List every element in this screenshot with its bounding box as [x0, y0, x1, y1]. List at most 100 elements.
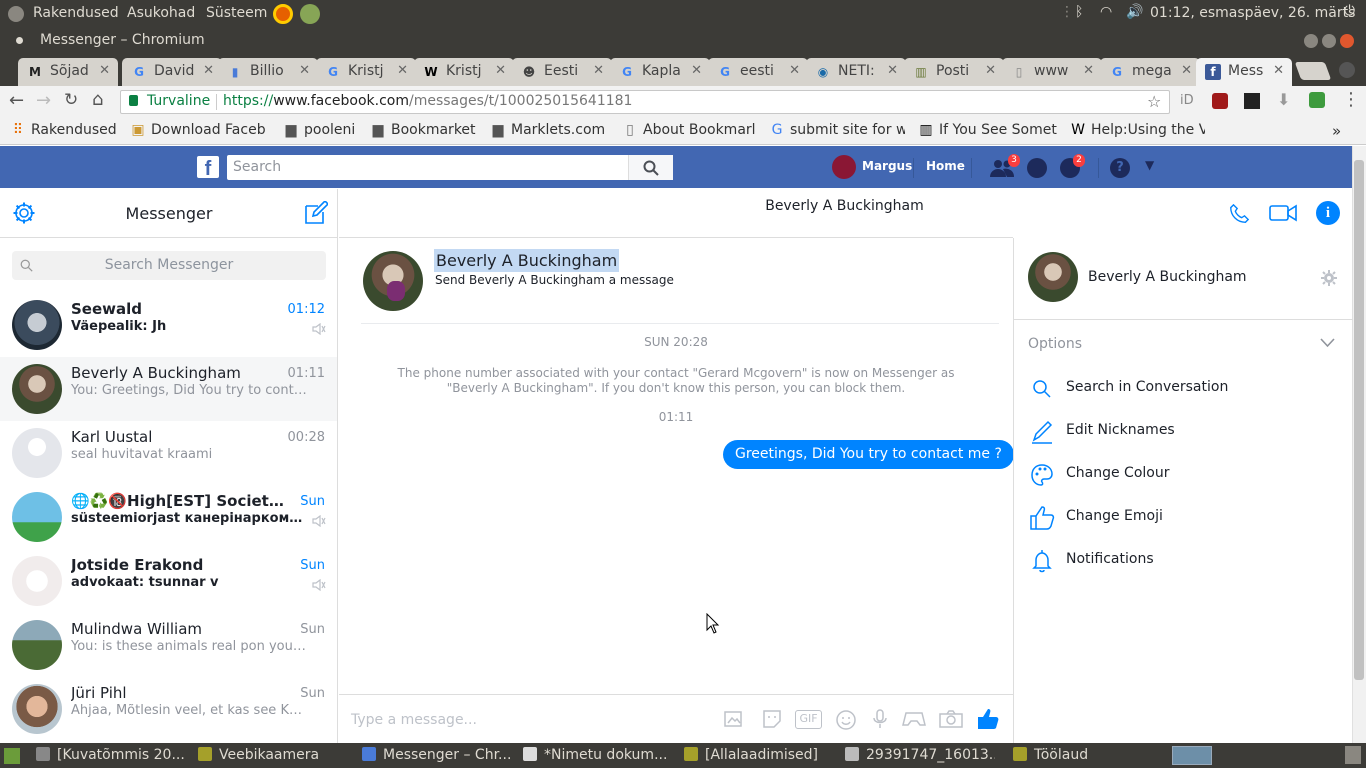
- bookmark-star-icon[interactable]: ☆: [1147, 92, 1161, 111]
- close-tab-icon[interactable]: ✕: [299, 63, 310, 78]
- facebook-search-button[interactable]: [628, 155, 673, 180]
- browser-tab[interactable]: Geesti ✕: [708, 58, 808, 86]
- page-scrollbar-thumb[interactable]: [1354, 160, 1364, 680]
- messenger-search-input[interactable]: Search Messenger: [12, 257, 326, 273]
- browser-tab[interactable]: M Sõjad ✕: [18, 58, 118, 86]
- conversation-item[interactable]: Seewald Väepealik: Jh 01:12: [0, 293, 337, 357]
- ubuntu-logo-icon[interactable]: [8, 6, 24, 22]
- account-dropdown-icon[interactable]: ▼: [1145, 158, 1154, 172]
- conversation-item[interactable]: Jüri Pihl Ahjaa, Mõtlesin veel, et kas se…: [0, 677, 337, 741]
- option-thumbs-up[interactable]: Change Emoji: [1028, 500, 1348, 536]
- omnibox[interactable]: Turvaline https://www.facebook.com/messa…: [120, 90, 1170, 114]
- microphone-icon[interactable]: [872, 708, 888, 730]
- show-desktop-icon[interactable]: [4, 748, 20, 764]
- help-icon[interactable]: ?: [1110, 158, 1130, 178]
- facebook-search-box[interactable]: Search: [227, 155, 673, 180]
- profile-icon[interactable]: [1339, 62, 1355, 78]
- sticker-icon[interactable]: [761, 708, 783, 730]
- taskbar-window[interactable]: Veebikaamera: [198, 747, 319, 763]
- browser-tab[interactable]: G David ✕: [122, 58, 222, 86]
- browser-tab[interactable]: Gmega ✕: [1100, 58, 1200, 86]
- chat-header-name[interactable]: Beverly A Buckingham: [339, 198, 1350, 214]
- info-icon[interactable]: i: [1316, 201, 1340, 225]
- browser-tab[interactable]: ▥ Posti ✕: [904, 58, 1004, 86]
- forward-icon[interactable]: →: [36, 90, 51, 111]
- sent-message-bubble[interactable]: Greetings, Did You try to contact me ?: [723, 440, 1014, 469]
- browser-tab[interactable]: ◉ NETI: ✕: [806, 58, 906, 86]
- browser-tab[interactable]: W Kristj ✕: [414, 58, 514, 86]
- video-call-icon[interactable]: [1269, 203, 1297, 223]
- chevron-down-icon[interactable]: [1320, 338, 1335, 348]
- taskbar-window[interactable]: [Kuvatõmmis 20...: [36, 747, 185, 763]
- close-tab-icon[interactable]: ✕: [99, 63, 110, 78]
- details-contact-name[interactable]: Beverly A Buckingham: [1088, 269, 1247, 285]
- taskbar-window[interactable]: Töölaud: [1013, 747, 1088, 763]
- bookmark-item[interactable]: ▆ pooleni: [283, 122, 356, 138]
- ublock-icon[interactable]: [1212, 93, 1228, 109]
- window-menu-icon[interactable]: [16, 37, 23, 44]
- apps-menu[interactable]: Rakendused: [33, 5, 119, 21]
- taskbar-window[interactable]: 29391747_16013...: [845, 747, 995, 763]
- facebook-search-input[interactable]: Search: [233, 159, 281, 175]
- browser-tab[interactable]: ▯ www ✕: [1002, 58, 1102, 86]
- photo-icon[interactable]: [724, 709, 746, 729]
- taskbar-window[interactable]: [Allalaadimised]: [684, 747, 818, 763]
- close-tab-icon[interactable]: ✕: [1273, 63, 1284, 78]
- messenger-search[interactable]: Search Messenger: [12, 251, 326, 280]
- option-pencil[interactable]: Edit Nicknames: [1028, 414, 1348, 450]
- conversation-item[interactable]: Jotside Erakond advokaat: tsunnar v Sun: [0, 549, 337, 613]
- browser-tab[interactable]: G Kristj ✕: [316, 58, 416, 86]
- intro-contact-name[interactable]: Beverly A Buckingham: [434, 249, 620, 272]
- contact-avatar-large[interactable]: [363, 251, 423, 311]
- browser-tab[interactable]: f Mess ✕: [1196, 58, 1292, 86]
- voice-call-icon[interactable]: [1228, 203, 1250, 225]
- user-avatar[interactable]: [832, 155, 856, 179]
- ext-green-icon[interactable]: [1309, 92, 1325, 108]
- bookmark-item[interactable]: ⠿ Rakendused: [10, 122, 117, 138]
- close-tab-icon[interactable]: ✕: [1083, 63, 1094, 78]
- new-tab-button[interactable]: [1294, 62, 1332, 80]
- back-icon[interactable]: ←: [9, 90, 24, 111]
- chrome-launcher-icon[interactable]: [300, 4, 320, 24]
- details-avatar[interactable]: [1028, 252, 1078, 302]
- bookmark-item[interactable]: ▆ Bookmarket: [370, 122, 476, 138]
- trash-icon[interactable]: [1345, 746, 1361, 764]
- close-tab-icon[interactable]: ✕: [495, 63, 506, 78]
- bookmark-item[interactable]: Gsubmit site for w: [769, 122, 905, 138]
- conversation-item[interactable]: Mulindwa William You: is these animals re…: [0, 613, 337, 677]
- firefox-icon[interactable]: [273, 4, 293, 24]
- option-bell[interactable]: Notifications: [1028, 543, 1348, 579]
- camera-icon[interactable]: [939, 710, 963, 728]
- chrome-menu-icon[interactable]: ⋮: [1342, 89, 1360, 110]
- clock[interactable]: 01:12, esmaspäev, 26. märts: [1150, 5, 1355, 21]
- bookmarks-overflow-icon[interactable]: »: [1332, 122, 1341, 140]
- minimize-icon[interactable]: [1304, 34, 1318, 48]
- download-icon[interactable]: ⬇: [1277, 90, 1290, 109]
- power-icon[interactable]: ⏻: [1344, 3, 1355, 19]
- new-message-icon[interactable]: [304, 201, 328, 225]
- browser-tab[interactable]: ☻ Eesti ✕: [512, 58, 612, 86]
- bookmark-item[interactable]: ▣ Download Faceb: [130, 122, 265, 138]
- reload-icon[interactable]: ↻: [64, 90, 78, 110]
- browser-tab[interactable]: G Kapla ✕: [610, 58, 710, 86]
- close-tab-icon[interactable]: ✕: [789, 63, 800, 78]
- close-tab-icon[interactable]: ✕: [691, 63, 702, 78]
- close-tab-icon[interactable]: ✕: [397, 63, 408, 78]
- url-text[interactable]: https://www.facebook.com/messages/t/1000…: [223, 93, 632, 109]
- option-search[interactable]: Search in Conversation: [1028, 371, 1348, 407]
- bookmark-item[interactable]: ▯ About Bookmarl: [622, 122, 755, 138]
- bookmark-item[interactable]: ▥ If You See Somet: [918, 122, 1056, 138]
- home-link[interactable]: Home: [926, 159, 965, 173]
- gif-icon[interactable]: GIF: [795, 710, 822, 729]
- volume-icon[interactable]: 🔊: [1126, 4, 1143, 20]
- taskbar-window[interactable]: *Nimetu dokum...: [523, 747, 667, 763]
- places-menu[interactable]: Asukohad: [127, 5, 195, 21]
- messenger-icon[interactable]: [1027, 158, 1047, 178]
- maximize-icon[interactable]: [1322, 34, 1336, 48]
- options-heading[interactable]: Options: [1028, 336, 1082, 352]
- option-palette[interactable]: Change Colour: [1028, 457, 1348, 493]
- close-tab-icon[interactable]: ✕: [1181, 63, 1192, 78]
- close-tab-icon[interactable]: ✕: [985, 63, 996, 78]
- thumbs-up-icon[interactable]: [976, 707, 1000, 731]
- ext-id-icon[interactable]: iD: [1180, 93, 1194, 108]
